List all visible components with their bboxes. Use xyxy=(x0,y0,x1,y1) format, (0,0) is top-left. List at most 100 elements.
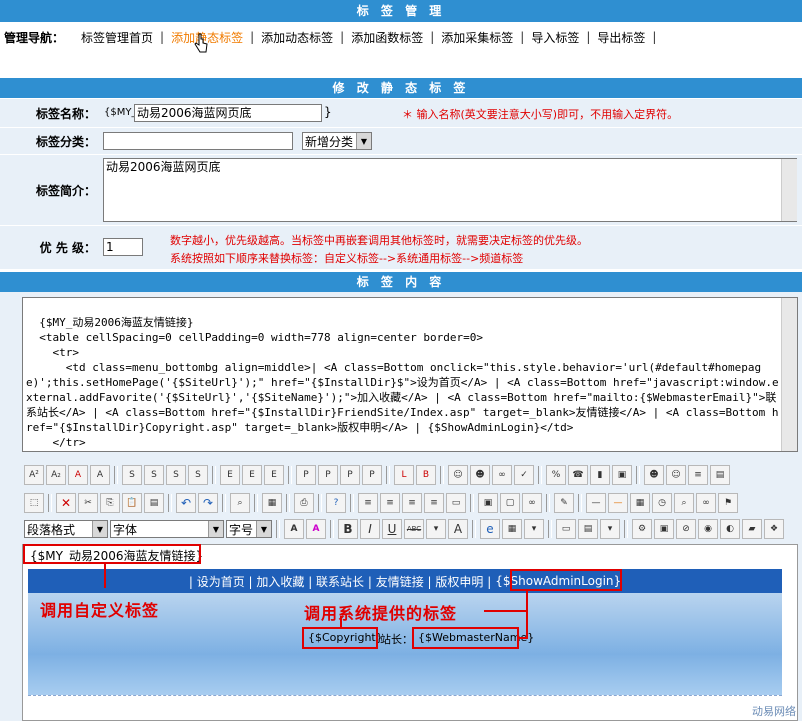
cut-icon[interactable]: ✂ xyxy=(78,493,98,513)
zoom-icon[interactable]: ⌕ xyxy=(674,493,694,513)
align-left-icon[interactable]: ≡ xyxy=(358,493,378,513)
anchor-icon[interactable]: ∞ xyxy=(696,493,716,513)
strike-double-icon[interactable]: S xyxy=(166,465,186,485)
subscript-icon[interactable]: A₂ xyxy=(46,465,66,485)
bold-icon[interactable]: B xyxy=(338,519,358,539)
align-center-icon[interactable]: ≡ xyxy=(380,493,400,513)
form-field-icon[interactable]: ▤ xyxy=(578,519,598,539)
media-icon[interactable]: ▣ xyxy=(612,465,632,485)
emoticon-icon[interactable]: ☺ xyxy=(448,465,468,485)
emoticon-link-icon[interactable]: ☻ xyxy=(470,465,490,485)
insert-link-icon[interactable]: ∞ xyxy=(522,493,542,513)
font-select[interactable]: 字体 ▼ xyxy=(110,520,224,538)
nav-item-add-collect-tag[interactable]: 添加采集标签 xyxy=(434,29,520,46)
nav-item-add-function-tag[interactable]: 添加函数标签 xyxy=(344,29,430,46)
tag-intro-textarea[interactable]: 动易2006海蓝网页底 xyxy=(103,158,797,222)
tag-priority-input[interactable]: 1 xyxy=(103,238,143,256)
calculator-icon[interactable]: ▦ xyxy=(262,493,282,513)
align-justify-icon[interactable]: ≡ xyxy=(424,493,444,513)
list-icon[interactable]: ≡ xyxy=(688,465,708,485)
insert-lb-icon[interactable]: B xyxy=(416,465,436,485)
tag-category-select[interactable]: 新增分类 ▼ xyxy=(302,132,372,150)
horizontal-rule-color-icon[interactable]: — xyxy=(608,493,628,513)
underline-icon[interactable]: U xyxy=(382,519,402,539)
paste-icon[interactable]: 📋 xyxy=(122,493,142,513)
strike-icon[interactable]: S xyxy=(122,465,142,485)
strikethrough-icon[interactable]: ABC xyxy=(404,519,424,539)
emphasis-up-icon[interactable]: E xyxy=(242,465,262,485)
paragraph-up-icon[interactable]: P xyxy=(318,465,338,485)
table-icon[interactable]: ▦ xyxy=(502,519,522,539)
nav-item-tag-home[interactable]: 标签管理首页 xyxy=(74,29,160,46)
form-icon[interactable]: ▭ xyxy=(556,519,576,539)
check-doc-icon[interactable]: ✓ xyxy=(514,465,534,485)
users-icon[interactable]: ☻ xyxy=(644,465,664,485)
insert-image-icon[interactable]: ▣ xyxy=(478,493,498,513)
indent-icon[interactable]: ▭ xyxy=(446,493,466,513)
nav-item-export-tag[interactable]: 导出标签 xyxy=(590,29,652,46)
media-player-icon[interactable]: ◉ xyxy=(698,519,718,539)
help-icon[interactable]: ? xyxy=(326,493,346,513)
copyright-tag-highlight-box xyxy=(302,627,378,649)
superscript-icon[interactable]: A² xyxy=(24,465,44,485)
realplayer-icon[interactable]: ◐ xyxy=(720,519,740,539)
chevron-down-icon: ▼ xyxy=(208,521,223,537)
paragraph-color-icon[interactable]: P xyxy=(340,465,360,485)
horizontal-rule-icon[interactable]: — xyxy=(586,493,606,513)
flash-media-icon[interactable]: ⊘ xyxy=(676,519,696,539)
date-icon[interactable]: ▦ xyxy=(630,493,650,513)
watermark: 动易网络 xyxy=(752,705,796,718)
select-all-icon[interactable]: ⬚ xyxy=(24,493,44,513)
paragraph-icon[interactable]: P xyxy=(296,465,316,485)
code-scrollbar[interactable] xyxy=(781,298,797,451)
print-icon[interactable]: ⎙ xyxy=(294,493,314,513)
align-right-icon[interactable]: ≡ xyxy=(402,493,422,513)
emphasis-icon[interactable]: E xyxy=(220,465,240,485)
paste-text-icon[interactable]: ▤ xyxy=(144,493,164,513)
time-icon[interactable]: ◷ xyxy=(652,493,672,513)
insert-frame-icon[interactable]: ▢ xyxy=(500,493,520,513)
emphasis-color-icon[interactable]: E xyxy=(264,465,284,485)
tag-name-input[interactable]: 动易2006海蓝网页底 xyxy=(134,104,322,122)
user-icon[interactable]: ☺ xyxy=(666,465,686,485)
tag-content-code-textarea[interactable]: {$MY_动易2006海蓝友情链接} <table cellSpacing=0 … xyxy=(22,297,798,452)
tag-category-input[interactable] xyxy=(103,132,293,150)
eraser-icon[interactable]: ✎ xyxy=(554,493,574,513)
nav-item-add-dynamic-tag[interactable]: 添加动态标签 xyxy=(254,29,340,46)
delete-icon[interactable]: ✕ xyxy=(56,493,76,513)
chat-icon[interactable]: ▰ xyxy=(742,519,762,539)
chain-icon[interactable]: ∞ xyxy=(492,465,512,485)
undo-icon[interactable]: ↶ xyxy=(176,493,196,513)
copy-icon[interactable]: ⎘ xyxy=(100,493,120,513)
insert-tag-icon[interactable]: L xyxy=(394,465,414,485)
font-color-icon[interactable]: A xyxy=(68,465,88,485)
bookmark-icon[interactable]: ⚑ xyxy=(718,493,738,513)
chevron-down-icon: ▼ xyxy=(92,521,107,537)
background-color-icon[interactable]: A xyxy=(306,519,326,539)
system-callout-line-h xyxy=(484,610,526,612)
font-size-select[interactable]: 字号 ▼ xyxy=(226,520,272,538)
file-icon[interactable]: ▤ xyxy=(710,465,730,485)
form-dropdown-icon[interactable]: ▾ xyxy=(600,519,620,539)
uppercase-icon[interactable]: A xyxy=(90,465,110,485)
font-size-dropdown-icon[interactable]: ▾ xyxy=(426,519,446,539)
nav-item-import-tag[interactable]: 导入标签 xyxy=(524,29,586,46)
font-style-icon[interactable]: A xyxy=(448,519,468,539)
picture-icon[interactable]: ▣ xyxy=(654,519,674,539)
table-dropdown-icon[interactable]: ▾ xyxy=(524,519,544,539)
paragraph-format-select[interactable]: 段落格式 ▼ xyxy=(24,520,108,538)
fullscreen-icon[interactable]: ❖ xyxy=(764,519,784,539)
browser-icon[interactable]: e xyxy=(480,519,500,539)
intro-scrollbar[interactable] xyxy=(781,159,797,221)
special-char-icon[interactable]: % xyxy=(546,465,566,485)
italic-icon[interactable]: I xyxy=(360,519,380,539)
redo-icon[interactable]: ↷ xyxy=(198,493,218,513)
flash-icon[interactable]: ▮ xyxy=(590,465,610,485)
phone-icon[interactable]: ☎ xyxy=(568,465,588,485)
flowchart-icon[interactable]: ⚙ xyxy=(632,519,652,539)
strike-through-icon[interactable]: S xyxy=(188,465,208,485)
text-color-icon[interactable]: A xyxy=(284,519,304,539)
strike-color-icon[interactable]: S xyxy=(144,465,164,485)
find-icon[interactable]: ⌕ xyxy=(230,493,250,513)
paragraph-down-icon[interactable]: P xyxy=(362,465,382,485)
